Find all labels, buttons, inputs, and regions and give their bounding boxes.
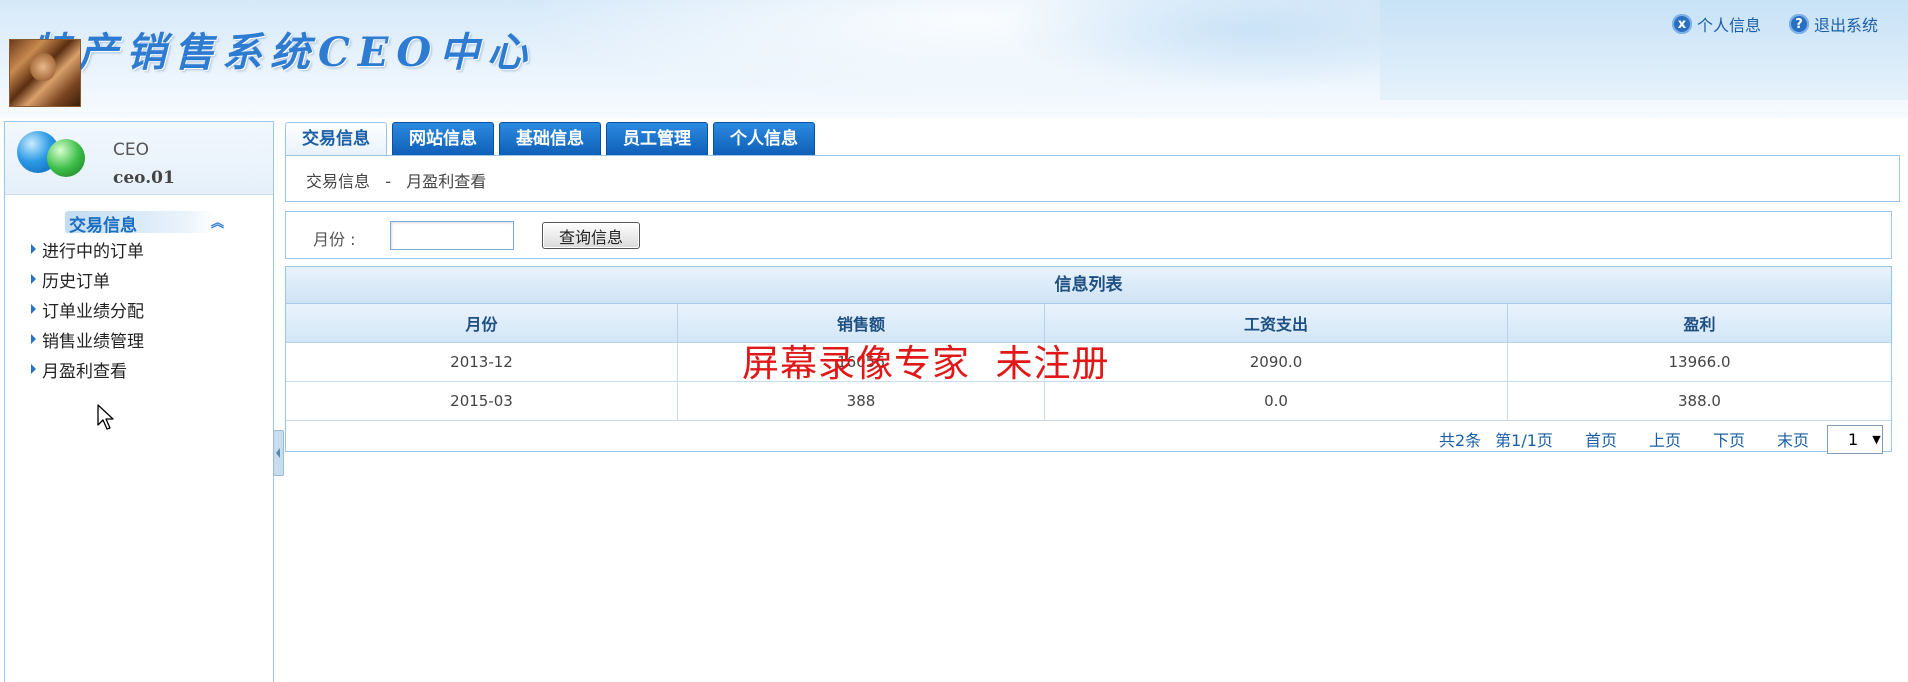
page-info: 第1/1页: [1495, 431, 1553, 450]
mouse-cursor-icon: [97, 404, 114, 430]
close-circle-icon: x: [1671, 14, 1692, 34]
sidebar-item-order-allocation[interactable]: 订单业绩分配: [31, 297, 273, 327]
cell-sales: 388: [677, 381, 1045, 421]
month-label: 月份 :: [313, 230, 356, 249]
app-header: 特产销售系统CEO中心 x 个人信息 ? 退出系统: [0, 0, 1908, 118]
dropdown-arrow-icon: ▼: [1872, 432, 1881, 446]
menu-group-header[interactable]: 交易信息 ︽: [5, 207, 273, 237]
green-ball-decoration: [47, 139, 85, 177]
list-title: 信息列表: [286, 267, 1891, 304]
month-input[interactable]: [390, 221, 514, 250]
tab-personal-info[interactable]: 个人信息: [713, 122, 815, 155]
column-header-profit: 盈利: [1507, 304, 1891, 343]
cell-profit: 388.0: [1507, 381, 1891, 421]
sidebar-item-label: 销售业绩管理: [42, 332, 144, 352]
app-logo: 特产销售系统CEO中心: [30, 29, 536, 76]
sidebar-item-label: 月盈利查看: [42, 362, 127, 382]
main-tabs: 交易信息 网站信息 基础信息 员工管理 个人信息: [285, 122, 815, 155]
avatar: [10, 40, 80, 106]
logout-link[interactable]: ? 退出系统: [1788, 12, 1878, 36]
sidebar-item-label: 进行中的订单: [42, 242, 144, 262]
top-links: x 个人信息 ? 退出系统: [1671, 12, 1878, 36]
tab-basic-info[interactable]: 基础信息: [499, 122, 601, 155]
column-header-month: 月份: [286, 304, 678, 343]
help-circle-icon: ?: [1788, 14, 1809, 34]
user-name: ceo.01: [113, 168, 175, 188]
sidebar-item-label: 历史订单: [42, 272, 110, 292]
sidebar-collapse-handle[interactable]: [273, 430, 284, 476]
last-page-link[interactable]: 末页: [1777, 427, 1809, 451]
tab-website-info[interactable]: 网站信息: [392, 122, 494, 155]
first-page-link[interactable]: 首页: [1585, 427, 1617, 451]
user-panel: CEO ceo.01: [5, 122, 273, 195]
chevron-double-up-icon[interactable]: ︽: [211, 212, 224, 231]
breadcrumb-bar: 交易信息 - 月盈利查看: [285, 155, 1900, 202]
sidebar-item-label: 订单业绩分配: [42, 302, 144, 322]
triangle-right-icon: [31, 244, 36, 254]
profile-link-label: 个人信息: [1696, 16, 1761, 35]
cell-month: 2013-12: [286, 342, 678, 382]
breadcrumb: 交易信息 - 月盈利查看: [306, 172, 487, 191]
page-select-value: 1: [1848, 429, 1859, 449]
cell-salary: 0.0: [1044, 381, 1508, 421]
pagination: 共2条 第1/1页 首页 上页 下页 末页 1 ▼: [286, 421, 1891, 457]
sidebar-item-ongoing-orders[interactable]: 进行中的订单: [31, 237, 273, 267]
profile-link[interactable]: x 个人信息: [1671, 12, 1761, 36]
column-header-salary: 工资支出: [1044, 304, 1508, 343]
total-count: 共2条: [1438, 431, 1482, 450]
tab-staff-management[interactable]: 员工管理: [606, 122, 708, 155]
next-page-link[interactable]: 下页: [1713, 427, 1745, 451]
recorder-watermark: 屏幕录像专家 未注册: [742, 342, 1110, 385]
cell-month: 2015-03: [286, 381, 678, 421]
page-select[interactable]: 1 ▼: [1827, 424, 1883, 454]
sidebar-menu: 进行中的订单 历史订单 订单业绩分配 销售业绩管理 月盈利查看: [5, 237, 273, 387]
triangle-right-icon: [31, 364, 36, 374]
cell-profit: 13966.0: [1507, 342, 1891, 382]
menu-group-title: 交易信息: [69, 216, 137, 236]
triangle-right-icon: [31, 334, 36, 344]
query-button[interactable]: 查询信息: [542, 222, 640, 249]
tab-transaction-info[interactable]: 交易信息: [285, 122, 387, 155]
sidebar: CEO ceo.01 交易信息 ︽ 进行中的订单 历史订单 订单业绩分配 销售业…: [4, 121, 274, 682]
search-bar: 月份 : 查询信息: [285, 211, 1892, 259]
sidebar-item-sales-performance[interactable]: 销售业绩管理: [31, 327, 273, 357]
sidebar-item-monthly-profit[interactable]: 月盈利查看: [31, 357, 273, 387]
logout-link-label: 退出系统: [1813, 16, 1878, 35]
triangle-right-icon: [31, 304, 36, 314]
table-row: 2015-03 388 0.0 388.0: [286, 381, 1891, 421]
cell-salary: 2090.0: [1044, 342, 1508, 382]
prev-page-link[interactable]: 上页: [1649, 427, 1681, 451]
sidebar-item-history-orders[interactable]: 历史订单: [31, 267, 273, 297]
user-role: CEO: [113, 140, 149, 160]
triangle-right-icon: [31, 274, 36, 284]
